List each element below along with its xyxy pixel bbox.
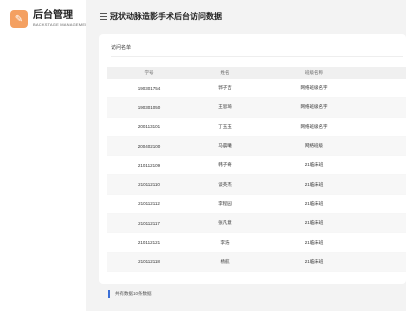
cell-name: 谈英杰 [218, 181, 232, 187]
card-title: 访问名单 [111, 45, 132, 51]
table-row[interactable]: 210112121 李浩 21临床班 [107, 233, 406, 253]
cell-class: 21临床班 [304, 258, 324, 264]
cell-class: 21临床班 [304, 200, 324, 206]
cell-class: 21临床班 [304, 181, 324, 187]
cell-name: 王思琦 [218, 104, 232, 110]
footer-accent-bar [108, 290, 110, 298]
cell-student-id: 210112121 [137, 240, 161, 246]
wrench-icon: ✎ [10, 10, 28, 28]
cell-student-id: 210112109 [137, 162, 161, 168]
table-row[interactable]: 210112112 李程园 21临床班 [107, 195, 406, 215]
table-row[interactable]: 210112118 杨航 21临床班 [107, 252, 406, 272]
cell-student-id: 210112117 [138, 220, 160, 226]
cell-class: 21临床班 [304, 239, 324, 245]
cell-name: 李程园 [218, 200, 232, 206]
cell-name: 张凡意 [218, 220, 232, 226]
table-row[interactable]: 210112109 韩子奇 21临床班 [107, 156, 406, 176]
cell-class: 21临床班 [304, 162, 324, 168]
table-row[interactable]: 200113101 丁玉玉 网络班级名字 [107, 118, 406, 137]
cell-student-id: 200113101 [137, 124, 161, 130]
column-header-student-id: 学号 [144, 70, 154, 75]
table-body: 190301754 郭子吉 网络班级名字 190301050 王思琦 网络班级名字 2001… [107, 79, 406, 272]
cell-class: 网络班级 [305, 143, 323, 149]
visit-list-card: 访问名单 学号 姓名 班级名称 190301754 郭子吉 网络班级名字 190301… [99, 34, 406, 284]
cell-student-id: 190301754 [137, 85, 161, 91]
column-header-name: 姓名 [220, 70, 230, 75]
cell-class: 21临床班 [304, 220, 324, 226]
cell-student-id: 200402100 [137, 143, 161, 149]
cell-student-id: 210112112 [138, 201, 160, 207]
header: 冠状动脉造影手术后台访问数据 [86, 0, 406, 34]
table-header: 学号 姓名 班级名称 [107, 67, 406, 79]
cell-name: 韩子奇 [218, 162, 232, 168]
cell-name: 马晨曦 [218, 143, 232, 149]
card-divider [111, 56, 403, 57]
brand[interactable]: ✎ 后台管理 BACKSTAGE MANAGEMENT [10, 10, 91, 28]
record-count-text: 共有数据10条数据 [115, 291, 152, 296]
brand-title: 后台管理 [33, 10, 73, 21]
table-row[interactable]: 210112110 谈英杰 21临床班 [107, 175, 406, 195]
cell-name: 丁玉玉 [218, 123, 232, 129]
sidebar: ✎ 后台管理 BACKSTAGE MANAGEMENT [0, 0, 91, 311]
table-row[interactable]: 210112117 张凡意 21临床班 [107, 214, 406, 234]
brand-subtitle: BACKSTAGE MANAGEMENT [33, 22, 91, 27]
cell-class: 网络班级名字 [300, 123, 328, 129]
cell-name: 杨航 [220, 258, 230, 264]
page-title: 冠状动脉造影手术后台访问数据 [110, 12, 222, 21]
visit-table: 学号 姓名 班级名称 190301754 郭子吉 网络班级名字 190301050 王思… [107, 67, 406, 272]
cell-student-id: 210112118 [138, 259, 160, 265]
cell-name: 郭子吉 [218, 85, 232, 91]
footer: 共有数据10条数据 [108, 290, 152, 298]
cell-name: 李浩 [220, 239, 230, 245]
cell-class: 网络班级名字 [300, 104, 328, 110]
cell-student-id: 190301050 [137, 104, 161, 110]
cell-class: 网络班级名字 [300, 85, 328, 91]
table-row[interactable]: 190301754 郭子吉 网络班级名字 [107, 79, 406, 99]
table-row[interactable]: 200402100 马晨曦 网络班级 [107, 136, 406, 157]
menu-icon[interactable] [100, 13, 107, 20]
table-row[interactable]: 190301050 王思琦 网络班级名字 [107, 98, 406, 118]
column-header-class: 班级名称 [305, 70, 323, 75]
cell-student-id: 210112110 [138, 182, 160, 188]
